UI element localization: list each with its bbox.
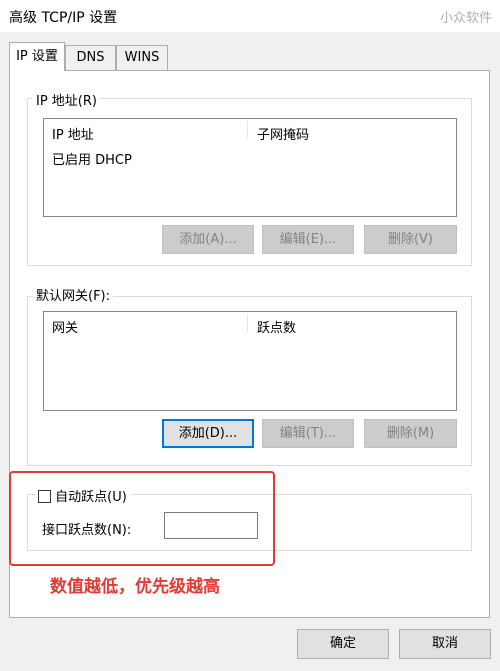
column-header-metric[interactable]: 跃点数 [257,317,296,336]
column-header-subnet[interactable]: 子网掩码 [257,124,309,143]
tab-ip-settings[interactable]: IP 设置 [9,42,65,71]
edit-ip-button[interactable]: 编辑(E)... [262,225,354,254]
column-divider[interactable] [247,314,248,332]
ip-address-group-label: IP 地址(R) [33,90,100,109]
interface-metric-input[interactable] [164,512,258,539]
tab-dns[interactable]: DNS [65,45,116,70]
edit-gateway-button[interactable]: 编辑(T)... [262,419,354,448]
column-divider[interactable] [247,121,248,139]
add-gateway-button[interactable]: 添加(D)... [162,419,254,448]
annotation-text: 数值越低，优先级越高 [50,577,220,597]
title-bar: 高级 TCP/IP 设置 小众软件 [0,0,500,32]
ok-button[interactable]: 确定 [297,629,389,659]
interface-metric-label: 接口跃点数(N): [42,523,132,538]
tab-wins[interactable]: WINS [116,45,168,70]
auto-metric-label[interactable]: 自动跃点(U) [55,490,127,505]
auto-metric-checkbox[interactable] [38,490,51,503]
column-header-gateway[interactable]: 网关 [52,317,78,336]
add-ip-button[interactable]: 添加(A)... [162,225,254,254]
dialog-footer: 确定 取消 [0,618,500,671]
gateway-list[interactable]: 网关 跃点数 [43,311,457,411]
window-title: 高级 TCP/IP 设置 [9,10,118,26]
list-item-dhcp[interactable]: 已启用 DHCP [52,149,132,168]
tab-panel: IP 地址(R) IP 地址 子网掩码 已启用 DHCP 添加(A)... 编辑… [9,70,490,618]
delete-ip-button[interactable]: 删除(V) [364,225,457,254]
cancel-button[interactable]: 取消 [399,629,491,659]
ip-address-list[interactable]: IP 地址 子网掩码 已启用 DHCP [43,118,457,217]
auto-metric-row[interactable]: 自动跃点(U) [36,486,131,505]
default-gateway-group-label: 默认网关(F): [33,285,114,304]
column-header-ip[interactable]: IP 地址 [52,124,94,143]
delete-gateway-button[interactable]: 删除(M) [364,419,457,448]
watermark: 小众软件 [439,11,492,26]
